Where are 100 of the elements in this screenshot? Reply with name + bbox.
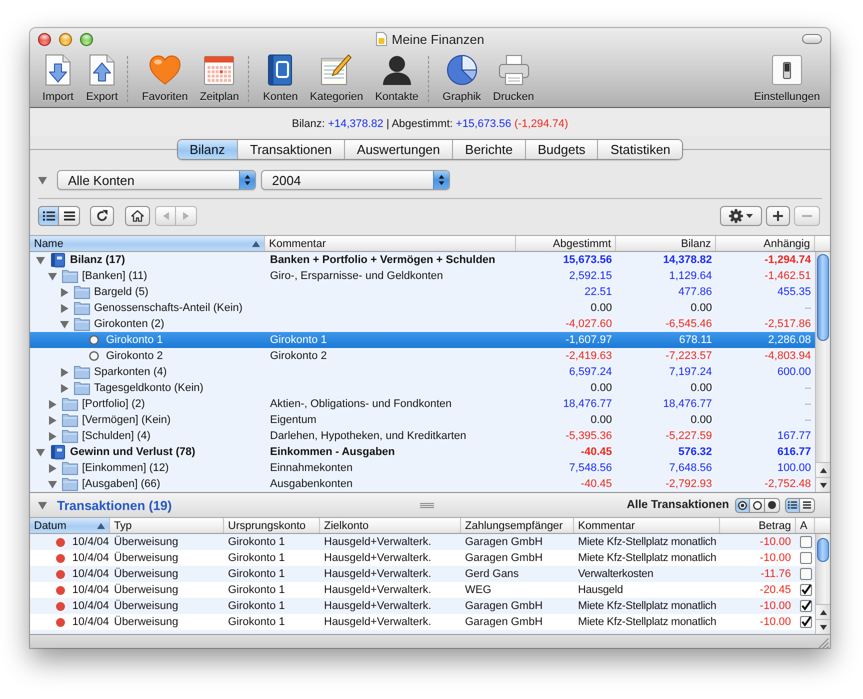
minimize-button[interactable] xyxy=(59,32,72,46)
view-toggle-button[interactable] xyxy=(785,498,800,512)
target-account: Hausgeld+Verwalterk. xyxy=(324,568,432,580)
filter-toggle-button[interactable] xyxy=(750,498,765,512)
column-header[interactable]: Zielkonto xyxy=(320,518,461,533)
period-popup[interactable]: 2004 xyxy=(261,170,450,190)
toolbar-button[interactable]: Einstellungen xyxy=(748,54,826,104)
view-toggle-button[interactable] xyxy=(59,206,80,226)
balance-amount: -5,227.59 xyxy=(666,430,712,442)
account-name: Girokonten (2) xyxy=(94,318,164,330)
disclosure-triangle-icon[interactable] xyxy=(36,448,45,456)
column-header[interactable]: Name xyxy=(30,236,265,251)
view-toggle-button[interactable] xyxy=(38,206,59,226)
column-header[interactable]: Anhängig xyxy=(716,236,815,251)
toolbar-button[interactable]: Kategorien xyxy=(304,54,370,104)
scrollbar-thumb[interactable] xyxy=(817,538,829,562)
tab[interactable]: Auswertungen xyxy=(344,140,452,158)
reconciled-amount: 0.00 xyxy=(590,414,612,426)
tree-row[interactable]: Girokonto 1 Girokonto 1 -1,607.97 678.11 2,286.08 xyxy=(30,332,815,348)
column-header[interactable]: Abgestimmt xyxy=(516,236,616,251)
disclosure-triangle-icon[interactable] xyxy=(60,368,69,376)
disclosure-triangle-icon[interactable] xyxy=(48,480,57,488)
column-header[interactable]: Datum xyxy=(30,518,110,533)
toolbar-button[interactable]: Drucken xyxy=(487,54,540,104)
account-popup[interactable]: Alle Konten xyxy=(57,170,256,190)
disclosure-triangle-icon[interactable] xyxy=(60,384,69,392)
column-header[interactable]: Typ xyxy=(110,518,224,533)
toolbar-button[interactable]: Favoriten xyxy=(136,54,194,104)
balance-amount: 477.86 xyxy=(678,286,712,298)
column-header[interactable]: Ursprungskonto xyxy=(224,518,320,533)
disclosure-triangle-icon[interactable] xyxy=(60,288,69,296)
scroll-up-button[interactable] xyxy=(816,462,830,477)
source-account: Girokonto 1 xyxy=(228,600,285,612)
tab[interactable]: Berichte xyxy=(452,140,525,158)
scroll-up-button[interactable] xyxy=(816,604,830,619)
folder-icon xyxy=(74,302,90,314)
toolbar-button[interactable]: Import xyxy=(36,54,80,104)
transaction-date: 10/4/04 xyxy=(72,536,109,548)
disclosure-triangle-icon[interactable] xyxy=(60,304,69,312)
home-button[interactable] xyxy=(125,206,150,226)
reconciled-amount: -1,607.97 xyxy=(566,334,612,346)
column-header[interactable]: Bilanz xyxy=(616,236,716,251)
disclosure-triangle-icon[interactable] xyxy=(48,464,57,472)
source-account: Girokonto 1 xyxy=(228,536,285,548)
column-header[interactable]: A xyxy=(796,518,815,533)
transaction-type: Überweisung xyxy=(114,616,178,628)
balance-amount: -2,792.93 xyxy=(666,478,712,490)
filter-toggle-button[interactable] xyxy=(765,498,780,512)
tab[interactable]: Budgets xyxy=(524,140,598,158)
refresh-button[interactable] xyxy=(90,206,114,226)
action-menu-button[interactable] xyxy=(720,206,762,226)
disclosure-triangle-icon[interactable] xyxy=(60,320,69,328)
scroll-down-button[interactable] xyxy=(816,619,830,634)
home-icon xyxy=(131,210,144,222)
source-account: Girokonto 1 xyxy=(228,584,285,596)
splitter-grip-icon[interactable] xyxy=(420,502,434,508)
transaction-amount: -11.76 xyxy=(760,568,791,580)
zoom-button[interactable] xyxy=(80,32,93,46)
filter-toggle-button[interactable] xyxy=(735,498,750,512)
calendar-icon xyxy=(203,54,236,86)
toolbar-button[interactable]: Graphik xyxy=(436,54,488,104)
view-toggle-button[interactable] xyxy=(800,498,815,512)
scrollbar-thumb[interactable] xyxy=(817,254,829,341)
close-button[interactable] xyxy=(38,32,51,46)
pie-chart-icon xyxy=(446,54,478,86)
transaction-comment: Verwalterkosten xyxy=(578,568,654,580)
disclosure-triangle-icon[interactable] xyxy=(38,176,47,184)
disclosure-triangle-icon[interactable] xyxy=(38,500,47,510)
tab[interactable]: Statistiken xyxy=(597,140,682,158)
balance-amount: 0.00 xyxy=(690,302,712,314)
account-circle-icon xyxy=(89,351,99,361)
tab[interactable]: Transaktionen xyxy=(237,140,344,158)
checkbox[interactable] xyxy=(800,536,812,548)
column-header[interactable]: Kommentar xyxy=(265,236,516,251)
toolbar-button[interactable]: Zeitplan xyxy=(194,54,245,104)
toolbar-button[interactable]: Export xyxy=(80,54,124,104)
scroll-down-button[interactable] xyxy=(816,477,830,492)
toolbar-button[interactable]: Konten xyxy=(257,54,304,104)
column-header[interactable]: Zahlungsempfänger xyxy=(461,518,574,533)
toolbar-button[interactable]: Kontakte xyxy=(369,54,425,104)
resize-grip-icon[interactable] xyxy=(818,638,829,648)
checkbox[interactable] xyxy=(800,568,812,580)
disclosure-triangle-icon[interactable] xyxy=(48,432,57,440)
checkbox[interactable] xyxy=(800,616,812,628)
checkbox[interactable] xyxy=(800,584,812,596)
checkbox[interactable] xyxy=(800,600,812,612)
add-button[interactable] xyxy=(766,206,790,226)
disclosure-triangle-icon[interactable] xyxy=(48,272,57,280)
toolbar-toggle-button[interactable] xyxy=(802,34,822,44)
checkbox[interactable] xyxy=(800,552,812,564)
disclosure-triangle-icon[interactable] xyxy=(48,416,57,424)
column-header[interactable]: Kommentar xyxy=(574,518,720,533)
column-header[interactable]: Betrag xyxy=(720,518,796,533)
account-comment: Eigentum xyxy=(270,414,316,426)
disclosure-triangle-icon[interactable] xyxy=(36,256,45,264)
transaction-date: 10/4/04 xyxy=(72,584,109,596)
caret-icon xyxy=(746,214,753,218)
disclosure-triangle-icon[interactable] xyxy=(48,400,57,408)
transaction-amount: -10.00 xyxy=(760,600,791,612)
tab[interactable]: Bilanz xyxy=(178,140,237,158)
